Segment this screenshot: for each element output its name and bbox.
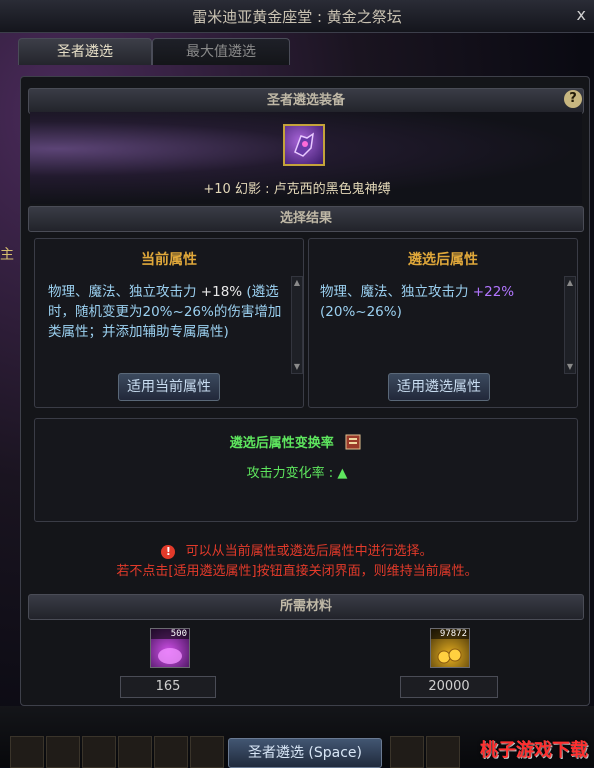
help-icon[interactable]: ? bbox=[564, 90, 582, 108]
hotbar-slot[interactable] bbox=[118, 736, 152, 768]
notice-line-1: ! 可以从当前属性或遴选后属性中进行选择。 bbox=[0, 540, 594, 559]
change-rate-title-text: 遴选后属性变换率 bbox=[229, 436, 334, 451]
watermark-text: 桃子游戏下载 bbox=[480, 740, 588, 761]
equipment-slot[interactable] bbox=[283, 124, 325, 166]
equipment-section-header: 圣者遴选装备 bbox=[28, 88, 584, 114]
hotbar-slot[interactable] bbox=[190, 736, 224, 768]
current-attribute-percent: +18% bbox=[200, 284, 243, 300]
gold-coin-icon bbox=[437, 648, 462, 664]
window-title: 雷米迪亚黄金座堂 : 黄金之祭坛 bbox=[192, 8, 402, 26]
materials-section-title: 所需材料 bbox=[279, 599, 332, 614]
after-attribute-suffix: (20%~26%) bbox=[320, 304, 402, 320]
current-attribute-text: 物理、魔法、独立攻击力 +18% (遴选时，随机变更为20%~26%的伤害增加类… bbox=[48, 282, 284, 342]
book-icon bbox=[345, 434, 361, 450]
background-text: 主 bbox=[0, 247, 14, 263]
warning-icon: ! bbox=[161, 545, 176, 559]
scroll-down-icon[interactable]: ▼ bbox=[292, 361, 302, 373]
tab-max-value-selection[interactable]: 最大值遴选 bbox=[152, 38, 290, 65]
hotbar-slot[interactable] bbox=[154, 736, 188, 768]
materials-section-header: 所需材料 bbox=[28, 594, 584, 620]
gauntlet-icon bbox=[294, 132, 314, 157]
close-icon[interactable]: x bbox=[577, 5, 586, 24]
current-attribute-prefix: 物理、魔法、独立攻击力 bbox=[48, 284, 197, 300]
saint-selection-button[interactable]: 圣者遴选 (Space) bbox=[228, 738, 382, 768]
equipment-name: +10 幻影 : 卢克西的黑色鬼神缚 bbox=[203, 182, 391, 197]
after-scrollbar[interactable]: ▲ ▼ bbox=[564, 276, 576, 374]
result-section-title: 选择结果 bbox=[279, 211, 332, 226]
material-1-quantity: 165 bbox=[120, 676, 216, 698]
scroll-up-icon[interactable]: ▲ bbox=[292, 277, 302, 289]
after-attribute-prefix: 物理、魔法、独立攻击力 bbox=[320, 284, 469, 300]
notice-text-1: 可以从当前属性或遴选后属性中进行选择。 bbox=[185, 544, 433, 559]
equipment-section-title: 圣者遴选装备 bbox=[266, 93, 345, 108]
current-scrollbar[interactable]: ▲ ▼ bbox=[291, 276, 303, 374]
hotbar-slot[interactable] bbox=[426, 736, 460, 768]
window-titlebar[interactable]: 雷米迪亚黄金座堂 : 黄金之祭坛 x bbox=[0, 0, 594, 33]
tab-saint-selection[interactable]: 圣者遴选 bbox=[18, 38, 152, 65]
change-rate-title: 遴选后属性变换率 bbox=[0, 432, 594, 451]
hotbar-slot[interactable] bbox=[82, 736, 116, 768]
notice-line-2: 若不点击[适用遴选属性]按钮直接关闭界面，则维持当前属性。 bbox=[116, 564, 478, 579]
material-2-quantity: 20000 bbox=[400, 676, 498, 698]
after-attribute-text: 物理、魔法、独立攻击力 +22% (20%~26%) bbox=[320, 282, 556, 322]
after-attribute-title: 遴选后属性 bbox=[408, 252, 478, 268]
scroll-up-icon[interactable]: ▲ bbox=[565, 277, 575, 289]
soul-orb-icon bbox=[158, 648, 182, 664]
material-2-badge: 97872 bbox=[431, 629, 469, 639]
scroll-down-icon[interactable]: ▼ bbox=[565, 361, 575, 373]
hotbar-slot[interactable] bbox=[46, 736, 80, 768]
apply-selected-button[interactable]: 适用遴选属性 bbox=[388, 373, 490, 401]
after-attribute-percent: +22% bbox=[472, 284, 515, 300]
attack-change-rate: 攻击力变化率 : ▲ bbox=[246, 466, 348, 481]
apply-current-button[interactable]: 适用当前属性 bbox=[118, 373, 220, 401]
current-attribute-title: 当前属性 bbox=[141, 252, 197, 268]
result-section-header: 选择结果 bbox=[28, 206, 584, 232]
material-slot-2[interactable]: 97872 bbox=[430, 628, 470, 668]
material-slot-1[interactable]: 500 bbox=[150, 628, 190, 668]
material-1-badge: 500 bbox=[151, 629, 189, 639]
hotbar-slot[interactable] bbox=[10, 736, 44, 768]
hotbar-slot[interactable] bbox=[390, 736, 424, 768]
